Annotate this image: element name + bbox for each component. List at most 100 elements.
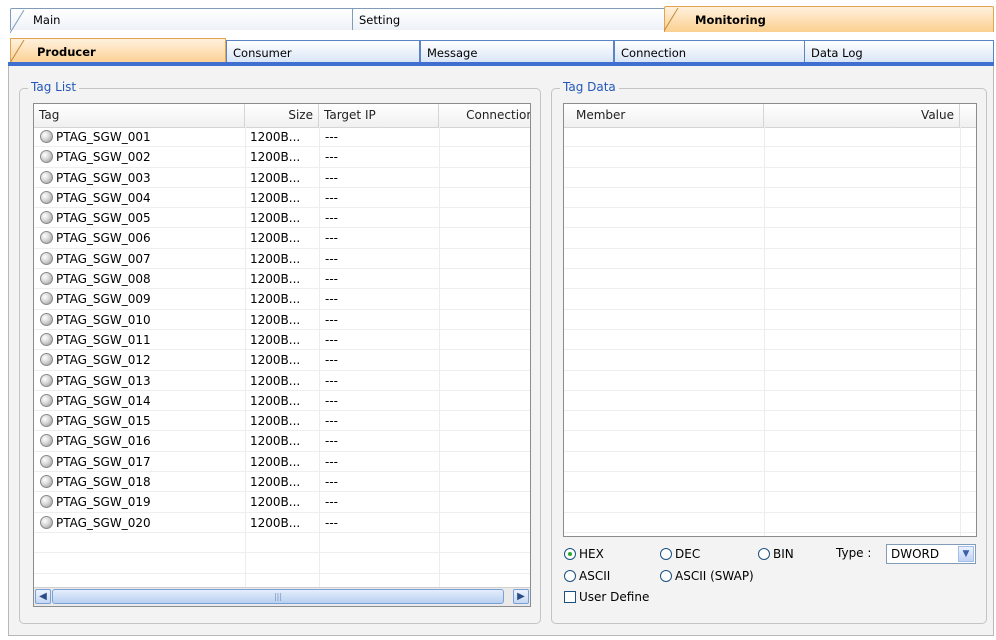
status-led-gray-icon [40,292,53,306]
size-cell: 1200B... [250,130,301,144]
scroll-left-arrow-icon[interactable]: ◀ [35,589,51,604]
table-row[interactable]: PTAG_SGW_015 1200B... --- [34,411,530,432]
target-ip-cell: --- [325,515,338,530]
table-row[interactable]: PTAG_SGW_003 1200B... --- [34,168,530,188]
table-row[interactable]: PTAG_SGW_002 1200B... --- [34,147,530,168]
tab-message-label: Message [427,46,478,60]
tag-name: PTAG_SGW_001 [56,130,151,144]
tab-producer[interactable]: Producer [10,38,226,64]
tab-slant-icon [664,7,679,32]
radio-ascii-swap-indicator[interactable] [660,570,672,582]
tab-setting[interactable]: Setting [352,8,682,30]
tag-list-group: Tag List Tag Size Target IP Connection P… [19,80,541,624]
tag-cell: PTAG_SGW_008 [40,269,240,289]
tag-name: PTAG_SGW_012 [56,353,151,368]
table-row[interactable]: PTAG_SGW_018 1200B... --- [34,472,530,493]
radio-hex-indicator[interactable] [564,548,576,560]
size-cell: 1200B... [250,190,301,205]
table-row[interactable]: PTAG_SGW_019 1200B... --- [34,492,530,513]
table-row[interactable]: PTAG_SGW_012 1200B... --- [34,350,530,371]
radio-dec-indicator[interactable] [660,548,672,560]
table-row[interactable]: PTAG_SGW_001 1200B... --- [34,127,530,148]
tag-name: PTAG_SGW_015 [56,414,151,429]
tag-cell: PTAG_SGW_004 [40,188,240,208]
tag-name: PTAG_SGW_005 [56,211,151,226]
status-led-gray-icon [40,332,53,346]
radio-bin-indicator[interactable] [758,548,770,560]
chevron-down-icon[interactable]: ▼ [958,546,974,562]
radio-hex[interactable]: HEX [564,547,604,561]
column-header-member[interactable]: Member [564,104,764,127]
tab-consumer[interactable]: Consumer [226,40,420,64]
table-row[interactable]: PTAG_SGW_005 1200B... --- [34,208,530,229]
target-ip-cell: --- [325,312,338,327]
tab-monitoring[interactable]: Monitoring [664,6,994,32]
tab-monitoring-label: Monitoring [695,13,766,27]
empty-row [564,127,976,148]
table-row[interactable]: PTAG_SGW_016 1200B... --- [34,431,530,452]
tab-message[interactable]: Message [420,40,614,64]
tab-slant-icon [10,9,25,34]
status-led-gray-icon [40,353,53,367]
producer-panel: Tag List Tag Size Target IP Connection P… [8,66,994,636]
scroll-thumb[interactable]: ||| [52,589,504,604]
table-row[interactable]: PTAG_SGW_008 1200B... --- [34,269,530,290]
radio-ascii-indicator[interactable] [564,570,576,582]
radio-dec[interactable]: DEC [660,547,700,561]
column-header-size[interactable]: Size [245,104,319,127]
target-ip-cell: --- [325,414,338,429]
status-led-gray-icon [40,434,53,448]
tag-cell: PTAG_SGW_017 [40,452,240,472]
table-row[interactable]: PTAG_SGW_004 1200B... --- [34,188,530,209]
tab-data-log[interactable]: Data Log [804,40,994,64]
target-ip-cell: --- [325,475,338,490]
size-cell: 1200B... [250,272,301,287]
table-row[interactable]: PTAG_SGW_020 1200B... --- [34,513,530,533]
radio-ascii-swap[interactable]: ASCII (SWAP) [660,569,754,583]
target-ip-cell: --- [325,393,338,408]
tag-data-rows [564,127,976,533]
empty-row [564,330,976,351]
column-header-connection[interactable]: Connection [439,104,530,127]
size-cell: 1200B... [250,495,301,510]
tab-main[interactable]: Main [10,8,356,34]
table-row[interactable]: PTAG_SGW_017 1200B... --- [34,452,530,473]
tab-connection-label: Connection [621,46,687,60]
target-ip-cell: --- [325,292,338,307]
target-ip-cell: --- [325,373,338,388]
radio-hex-label: HEX [579,547,604,561]
main-tab-bar: Main Setting Monitoring [0,6,996,34]
tab-connection[interactable]: Connection [614,40,806,64]
empty-row [564,310,976,330]
table-row[interactable]: PTAG_SGW_014 1200B... --- [34,391,530,412]
column-header-target-ip[interactable]: Target IP [319,104,439,127]
size-cell: 1200B... [250,292,301,307]
tag-name: PTAG_SGW_002 [56,150,151,165]
tab-producer-label: Producer [37,45,96,59]
table-row[interactable]: PTAG_SGW_013 1200B... --- [34,371,530,391]
user-define-checkbox-box[interactable] [564,591,576,603]
tag-cell: PTAG_SGW_007 [40,249,240,269]
size-cell: 1200B... [250,312,301,327]
column-header-tag[interactable]: Tag [34,104,245,127]
table-row[interactable]: PTAG_SGW_011 1200B... --- [34,330,530,351]
radio-bin[interactable]: BIN [758,547,794,561]
empty-row [564,269,976,290]
status-led-gray-icon [40,454,53,468]
scroll-right-arrow-icon[interactable]: ▶ [513,589,529,604]
type-select[interactable]: DWORD ▼ [886,544,976,564]
empty-row [564,371,976,391]
tag-data-group: Tag Data Member Value HEX DEC BIN Type :… [551,80,987,624]
table-row[interactable]: PTAG_SGW_007 1200B... --- [34,249,530,270]
empty-row [564,492,976,513]
table-row[interactable]: PTAG_SGW_006 1200B... --- [34,228,530,249]
tag-data-view[interactable]: Member Value [563,103,977,537]
radio-ascii[interactable]: ASCII [564,569,610,583]
tag-list-hscrollbar[interactable]: ◀ ||| ▶ [34,587,530,606]
empty-row [564,249,976,270]
table-row[interactable]: PTAG_SGW_010 1200B... --- [34,310,530,330]
user-define-checkbox[interactable]: User Define [564,590,649,604]
tag-list-view[interactable]: Tag Size Target IP Connection PTAG_SGW_0… [33,103,531,607]
column-header-value[interactable]: Value [764,104,960,127]
table-row[interactable]: PTAG_SGW_009 1200B... --- [34,289,530,310]
